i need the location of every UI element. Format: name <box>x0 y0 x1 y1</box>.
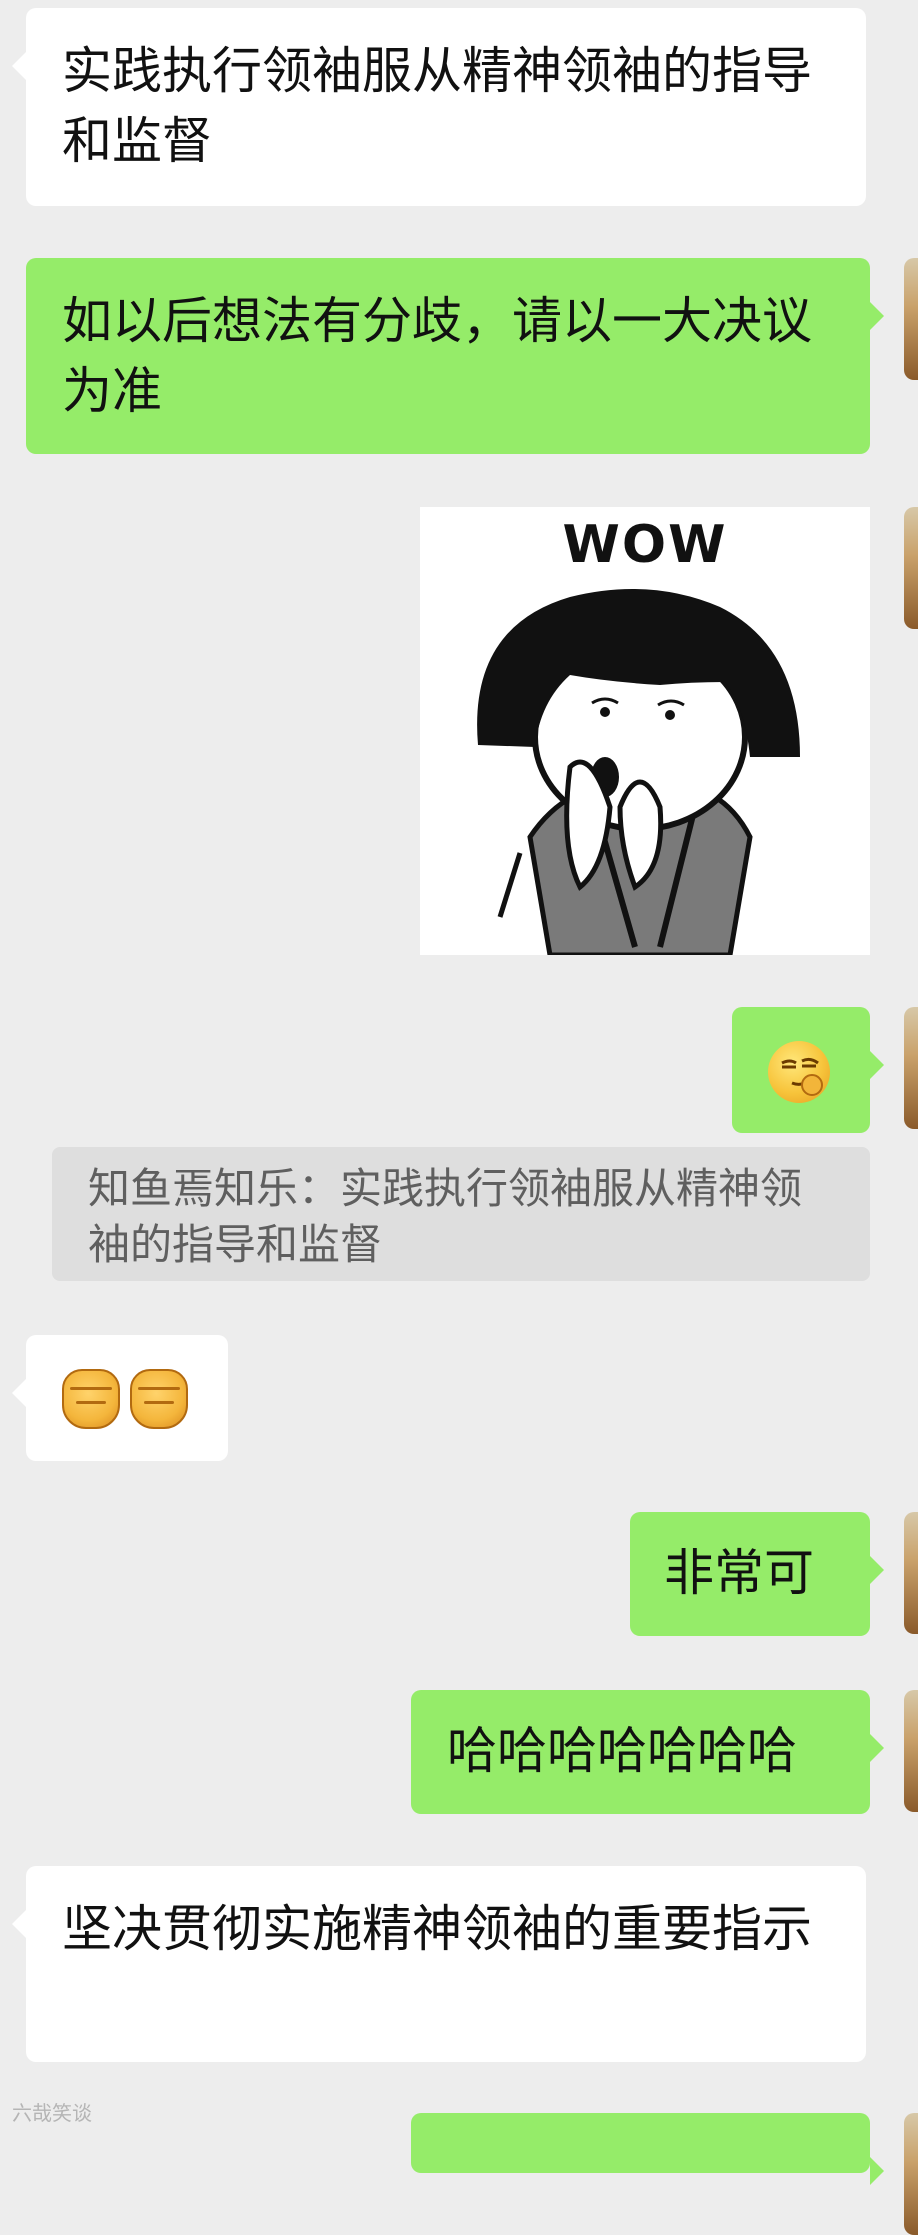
message-text: 非常可 <box>664 1544 814 1602</box>
user-avatar[interactable] <box>904 1690 918 1812</box>
message-text: 哈哈哈哈哈哈哈 <box>447 1722 797 1780</box>
user-avatar[interactable] <box>904 1512 918 1634</box>
message-text: 坚决贯彻实施精神领袖的重要指示 <box>62 1900 812 1958</box>
incoming-emoji-bubble[interactable] <box>12 1335 228 1461</box>
user-avatar[interactable] <box>904 258 918 380</box>
quoted-text: 知鱼焉知乐：实践执行领袖服从精神领袖的指导和监督 <box>88 1164 803 1269</box>
sticker-character-illustration <box>477 589 800 955</box>
incoming-message-bubble[interactable]: 坚决贯彻实施精神领袖的重要指示 <box>12 1866 866 2062</box>
message-text: 实践执行领袖服从精神领袖的指导和监督 <box>62 42 812 170</box>
user-avatar[interactable] <box>904 507 918 629</box>
watermark-text: 六哉笑谈 <box>12 2101 92 2125</box>
user-avatar[interactable] <box>904 2113 918 2235</box>
incoming-message-bubble[interactable]: 实践执行领袖服从精神领袖的指导和监督 <box>12 8 866 206</box>
message-text: 如以后想法有分歧，请以一大决议为准 <box>62 292 812 420</box>
quoted-message[interactable]: 知鱼焉知乐：实践执行领袖服从精神领袖的指导和监督 <box>52 1147 870 1281</box>
fist-emoji <box>62 1369 120 1429</box>
wow-sticker[interactable]: WOW <box>420 507 870 955</box>
smirking-face-emoji <box>768 1041 830 1103</box>
outgoing-message-bubble[interactable]: 非常可 <box>630 1512 884 1636</box>
outgoing-emoji-bubble[interactable] <box>732 1007 884 1133</box>
chat-message-list[interactable]: 实践执行领袖服从精神领袖的指导和监督 如以后想法有分歧，请以一大决议为准 WOW <box>0 0 918 2235</box>
fist-emoji <box>130 1369 188 1429</box>
outgoing-message-bubble[interactable]: 哈哈哈哈哈哈哈 <box>411 1690 884 1814</box>
outgoing-message-bubble-partial[interactable] <box>411 2113 884 2185</box>
outgoing-message-bubble[interactable]: 如以后想法有分歧，请以一大决议为准 <box>26 258 884 454</box>
user-avatar[interactable] <box>904 1007 918 1129</box>
